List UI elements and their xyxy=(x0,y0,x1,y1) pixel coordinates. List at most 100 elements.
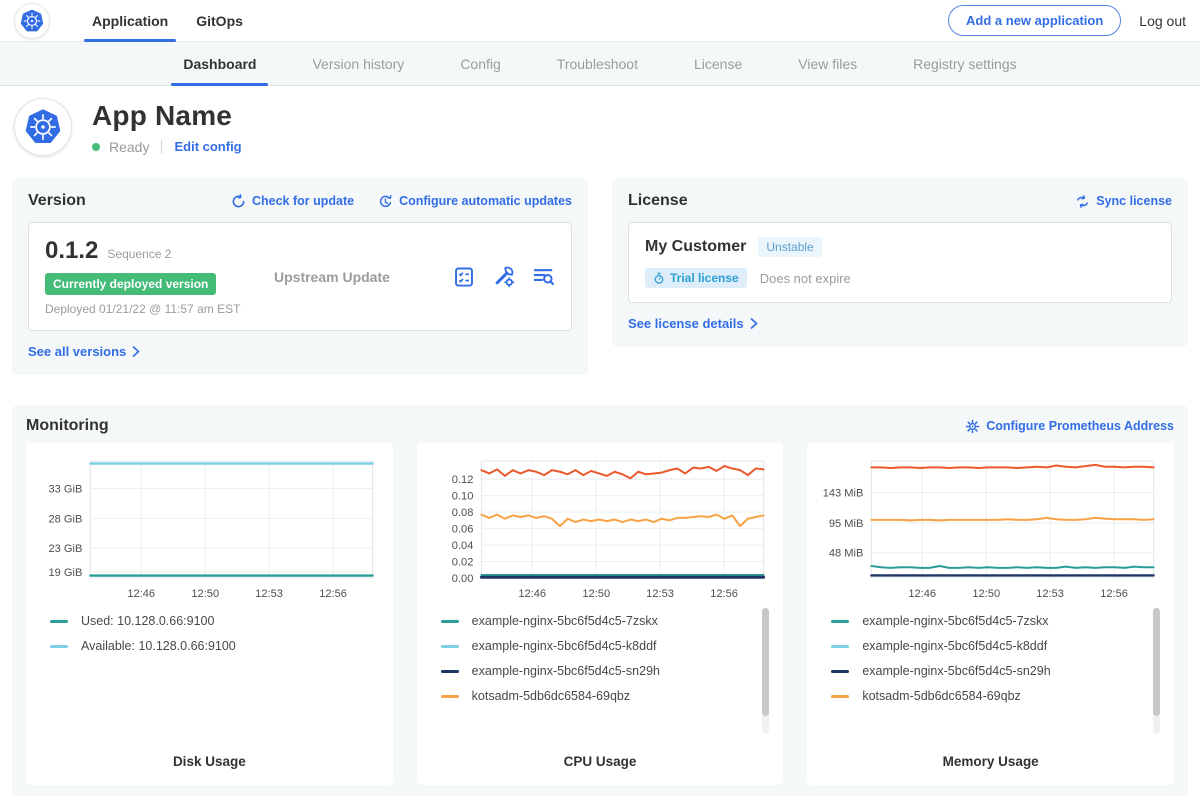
tab-config[interactable]: Config xyxy=(432,42,528,85)
sync-license-label: Sync license xyxy=(1096,194,1172,208)
svg-text:12:53: 12:53 xyxy=(646,588,674,600)
top-nav: Application GitOps Add a new application… xyxy=(0,0,1200,42)
version-sequence: Sequence 2 xyxy=(107,247,171,261)
memory-usage-plot: 48 MiB95 MiB143 MiB12:4612:5012:5312:56 xyxy=(819,451,1162,604)
trial-license-label: Trial license xyxy=(670,271,739,285)
auto-update-icon xyxy=(378,194,393,209)
deployed-timestamp: Deployed 01/21/22 @ 11:57 am EST xyxy=(45,302,260,316)
legend-item: Available: 10.128.0.66:9100 xyxy=(50,639,367,653)
license-expiry: Does not expire xyxy=(760,271,851,286)
sync-license-link[interactable]: Sync license xyxy=(1075,194,1172,209)
legend-dash xyxy=(831,620,849,623)
customer-name: My Customer xyxy=(645,238,746,256)
see-license-details-link[interactable]: See license details xyxy=(628,316,758,331)
configure-auto-updates-link[interactable]: Configure automatic updates xyxy=(378,194,572,209)
version-card: Version Check for update xyxy=(12,178,588,375)
svg-text:12:46: 12:46 xyxy=(518,588,546,600)
app-subnav: Dashboard Version history Config Trouble… xyxy=(0,42,1200,86)
legend-label: example-nginx-5bc6f5d4c5-sn29h xyxy=(472,664,660,678)
cpu-usage-title: CPU Usage xyxy=(429,748,772,777)
svg-text:12:53: 12:53 xyxy=(1037,588,1065,600)
svg-text:12:53: 12:53 xyxy=(255,588,283,600)
svg-text:48 MiB: 48 MiB xyxy=(829,548,863,560)
svg-text:0.00: 0.00 xyxy=(451,573,473,585)
legend-scrollbar[interactable] xyxy=(762,608,769,734)
tab-application[interactable]: Application xyxy=(78,0,182,41)
license-card-title: License xyxy=(628,192,688,210)
legend-dash xyxy=(441,670,459,673)
check-update-icon xyxy=(231,194,246,209)
legend-item: example-nginx-5bc6f5d4c5-7zskx xyxy=(831,614,1148,628)
status-text: Ready xyxy=(109,139,149,155)
legend-label: Used: 10.128.0.66:9100 xyxy=(81,614,214,628)
disk-usage-title: Disk Usage xyxy=(38,748,381,777)
legend-label: kotsadm-5db6dc6584-69qbz xyxy=(472,689,630,703)
edit-config-link[interactable]: Edit config xyxy=(174,139,241,154)
tab-dashboard[interactable]: Dashboard xyxy=(155,42,284,85)
tab-version-history[interactable]: Version history xyxy=(284,42,432,85)
memory-usage-legend: example-nginx-5bc6f5d4c5-7zskx example-n… xyxy=(819,604,1162,748)
legend-label: kotsadm-5db6dc6584-69qbz xyxy=(862,689,1020,703)
scrollbar-thumb[interactable] xyxy=(1153,608,1160,716)
legend-dash xyxy=(50,645,68,648)
legend-dash xyxy=(831,695,849,698)
tab-registry-settings[interactable]: Registry settings xyxy=(885,42,1044,85)
legend-item: example-nginx-5bc6f5d4c5-sn29h xyxy=(441,664,758,678)
monitoring-card: Monitoring Configure Prometheus Address xyxy=(12,405,1188,796)
chevron-right-icon xyxy=(132,346,140,357)
svg-text:28 GiB: 28 GiB xyxy=(48,513,82,525)
legend-label: Available: 10.128.0.66:9100 xyxy=(81,639,236,653)
legend-dash xyxy=(441,695,459,698)
tab-license[interactable]: License xyxy=(666,42,770,85)
legend-item: example-nginx-5bc6f5d4c5-7zskx xyxy=(441,614,758,628)
legend-dash xyxy=(441,645,459,648)
memory-usage-title: Memory Usage xyxy=(819,748,1162,777)
preflight-checks-button[interactable] xyxy=(453,266,475,288)
status-dot xyxy=(92,143,100,151)
kubernetes-app-icon xyxy=(23,107,63,147)
svg-text:0.10: 0.10 xyxy=(451,491,473,503)
legend-dash xyxy=(50,620,68,623)
see-license-details-label: See license details xyxy=(628,316,744,331)
add-application-button[interactable]: Add a new application xyxy=(948,5,1121,36)
legend-label: example-nginx-5bc6f5d4c5-7zskx xyxy=(862,614,1048,628)
deployed-badge: Currently deployed version xyxy=(45,273,216,295)
channel-badge: Unstable xyxy=(758,237,821,257)
tab-troubleshoot[interactable]: Troubleshoot xyxy=(529,42,666,85)
legend-scrollbar[interactable] xyxy=(1153,608,1160,734)
memory-usage-chart-card: 48 MiB95 MiB143 MiB12:4612:5012:5312:56 … xyxy=(807,443,1174,785)
gear-icon xyxy=(965,419,980,434)
edit-config-version-button[interactable] xyxy=(492,265,515,288)
scrollbar-thumb[interactable] xyxy=(762,608,769,716)
app-header: App Name Ready Edit config xyxy=(0,86,1200,170)
svg-text:33 GiB: 33 GiB xyxy=(48,484,82,496)
version-card-title: Version xyxy=(28,192,86,210)
logout-button[interactable]: Log out xyxy=(1139,13,1186,29)
tab-gitops[interactable]: GitOps xyxy=(182,0,257,41)
cpu-usage-plot: 0.000.020.040.060.080.100.1212:4612:5012… xyxy=(429,451,772,604)
see-all-versions-link[interactable]: See all versions xyxy=(28,344,140,359)
divider xyxy=(161,140,162,154)
legend-dash xyxy=(831,645,849,648)
version-source: Upstream Update xyxy=(274,269,390,285)
license-card: License Sync license My Customer Unstabl… xyxy=(612,178,1188,347)
view-deploy-logs-button[interactable] xyxy=(532,265,555,288)
svg-text:0.02: 0.02 xyxy=(451,557,473,569)
svg-text:12:46: 12:46 xyxy=(127,588,155,600)
check-update-label: Check for update xyxy=(252,194,354,208)
legend-dash xyxy=(831,670,849,673)
svg-text:19 GiB: 19 GiB xyxy=(48,567,82,579)
tab-view-files[interactable]: View files xyxy=(770,42,885,85)
svg-text:12:50: 12:50 xyxy=(973,588,1001,600)
legend-dash xyxy=(441,620,459,623)
disk-usage-plot: 19 GiB23 GiB28 GiB33 GiB12:4612:5012:531… xyxy=(38,451,381,604)
topnav-tabs: Application GitOps xyxy=(78,0,257,41)
kubernetes-logo xyxy=(14,3,50,39)
configure-prometheus-link[interactable]: Configure Prometheus Address xyxy=(965,419,1174,434)
app-logo xyxy=(14,98,72,156)
legend-item: example-nginx-5bc6f5d4c5-k8ddf xyxy=(441,639,758,653)
svg-text:0.12: 0.12 xyxy=(451,474,473,486)
legend-label: example-nginx-5bc6f5d4c5-k8ddf xyxy=(472,639,657,653)
config-wrench-icon xyxy=(492,265,515,288)
check-for-update-link[interactable]: Check for update xyxy=(231,194,354,209)
